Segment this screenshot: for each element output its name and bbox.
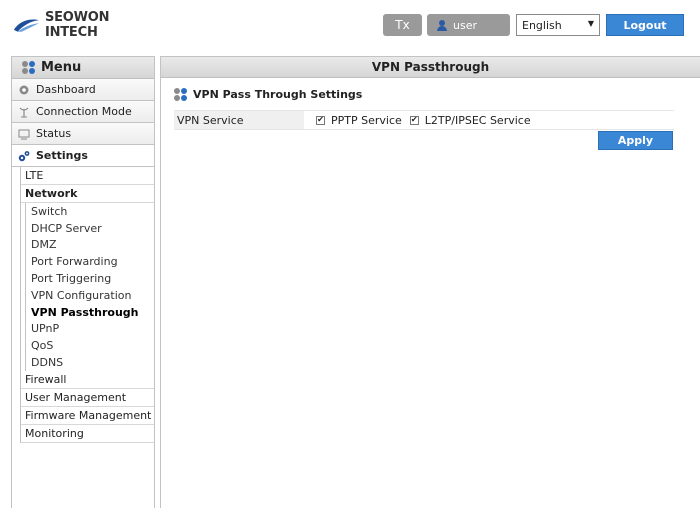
gear-icon [19, 85, 29, 94]
sidebar-item-port-triggering[interactable]: Port Triggering [26, 270, 154, 287]
antenna-icon [19, 107, 29, 117]
submenu-label: QoS [31, 339, 54, 353]
vpn-service-row: VPN Service ✔ PPTP Service ✔ L2TP/IPSEC … [174, 110, 674, 130]
sidebar-item-network[interactable]: Network [21, 185, 154, 203]
menu-title: Menu [41, 60, 82, 75]
sidebar-item-lte[interactable]: LTE [21, 167, 154, 185]
brand-logo: SEOWON INTECH [12, 10, 162, 40]
section-title: VPN Pass Through Settings [193, 88, 363, 101]
section-header: VPN Pass Through Settings [174, 88, 362, 101]
submenu-label: DDNS [31, 356, 64, 370]
language-select[interactable]: English ▼ [516, 14, 600, 36]
sidebar-item-user-management[interactable]: User Management [21, 388, 154, 407]
page-title: VPN Passthrough [371, 60, 490, 74]
signal-label: Tx [395, 18, 410, 32]
sidebar-item-connection-mode[interactable]: Connection Mode [12, 101, 154, 123]
sidebar-item-qos[interactable]: QoS [26, 337, 154, 354]
user-button[interactable]: user [427, 14, 510, 36]
sidebar-item-ddns[interactable]: DDNS [26, 354, 154, 371]
sidebar-item-monitoring[interactable]: Monitoring [21, 424, 154, 443]
monitor-icon [18, 129, 30, 139]
submenu-label: Port Triggering [31, 272, 112, 286]
sidebar-item-status[interactable]: Status [12, 123, 154, 145]
main-panel: VPN Passthrough VPN Pass Through Setting… [160, 56, 700, 508]
sidebar-item-dashboard[interactable]: Dashboard [12, 79, 154, 101]
submenu-label: Switch [31, 204, 68, 218]
submenu-label: Port Forwarding [31, 255, 118, 269]
submenu-label: Network [25, 187, 78, 200]
submenu-label: DHCP Server [31, 221, 102, 235]
submenu-label: User Management [25, 390, 127, 404]
sidebar-item-settings[interactable]: Settings [12, 145, 154, 167]
submenu-label: UPnP [31, 322, 60, 336]
logout-button[interactable]: Logout [606, 14, 684, 36]
user-label: user [453, 18, 477, 32]
settings-gears-icon [18, 150, 30, 161]
sidebar: Menu Dashboard Connection Mode Status Se… [11, 56, 155, 508]
sidebar-item-vpn-configuration[interactable]: VPN Configuration [26, 287, 154, 304]
settings-submenu: LTE Network Switch DHCP Server DMZ Port … [20, 167, 154, 443]
logo-text: SEOWON INTECH [44, 10, 110, 40]
sidebar-item-switch[interactable]: Switch [26, 203, 154, 220]
seowon-swoosh-icon [13, 19, 40, 32]
chevron-down-icon: ▼ [587, 19, 594, 28]
submenu-label: LTE [25, 169, 44, 182]
l2tp-label: L2TP/IPSEC Service [424, 113, 531, 127]
sidebar-item-upnp[interactable]: UPnP [26, 321, 154, 338]
pptp-label: PPTP Service [331, 113, 402, 127]
sidebar-item-dhcp-server[interactable]: DHCP Server [26, 220, 154, 237]
menu-dots-icon [22, 61, 35, 74]
apply-button[interactable]: Apply [598, 131, 673, 150]
submenu-label: VPN Passthrough [31, 305, 139, 319]
submenu-label: VPN Configuration [31, 288, 132, 302]
submenu-label: Monitoring [25, 426, 84, 440]
vpn-service-values: ✔ PPTP Service ✔ L2TP/IPSEC Service [304, 111, 539, 129]
menu-header: Menu [12, 57, 154, 79]
page-title-bar: VPN Passthrough [161, 56, 700, 78]
submenu-label: Firewall [25, 372, 67, 386]
language-value: English [522, 18, 562, 32]
sidebar-item-firewall[interactable]: Firewall [21, 370, 154, 389]
submenu-label: DMZ [31, 238, 57, 252]
vpn-service-label: VPN Service [174, 111, 304, 129]
sidebar-item-label: Settings [36, 149, 88, 162]
pptp-checkbox[interactable]: ✔ [316, 115, 325, 125]
sidebar-item-label: Dashboard [36, 83, 96, 96]
network-submenu: Switch DHCP Server DMZ Port Forwarding P… [25, 203, 154, 371]
l2tp-checkbox[interactable]: ✔ [409, 115, 419, 125]
apply-label: Apply [617, 134, 654, 147]
submenu-label: Firmware Management [25, 408, 152, 422]
section-dots-icon [174, 88, 187, 101]
signal-status-button[interactable]: Tx [383, 14, 422, 36]
sidebar-item-dmz[interactable]: DMZ [26, 237, 154, 254]
logout-label: Logout [623, 18, 667, 32]
sidebar-item-port-forwarding[interactable]: Port Forwarding [26, 253, 154, 270]
user-icon [437, 19, 447, 31]
sidebar-item-label: Connection Mode [36, 105, 132, 118]
sidebar-item-vpn-passthrough[interactable]: VPN Passthrough [26, 304, 154, 321]
sidebar-item-firmware-management[interactable]: Firmware Management [21, 406, 154, 425]
sidebar-item-label: Status [36, 127, 72, 140]
